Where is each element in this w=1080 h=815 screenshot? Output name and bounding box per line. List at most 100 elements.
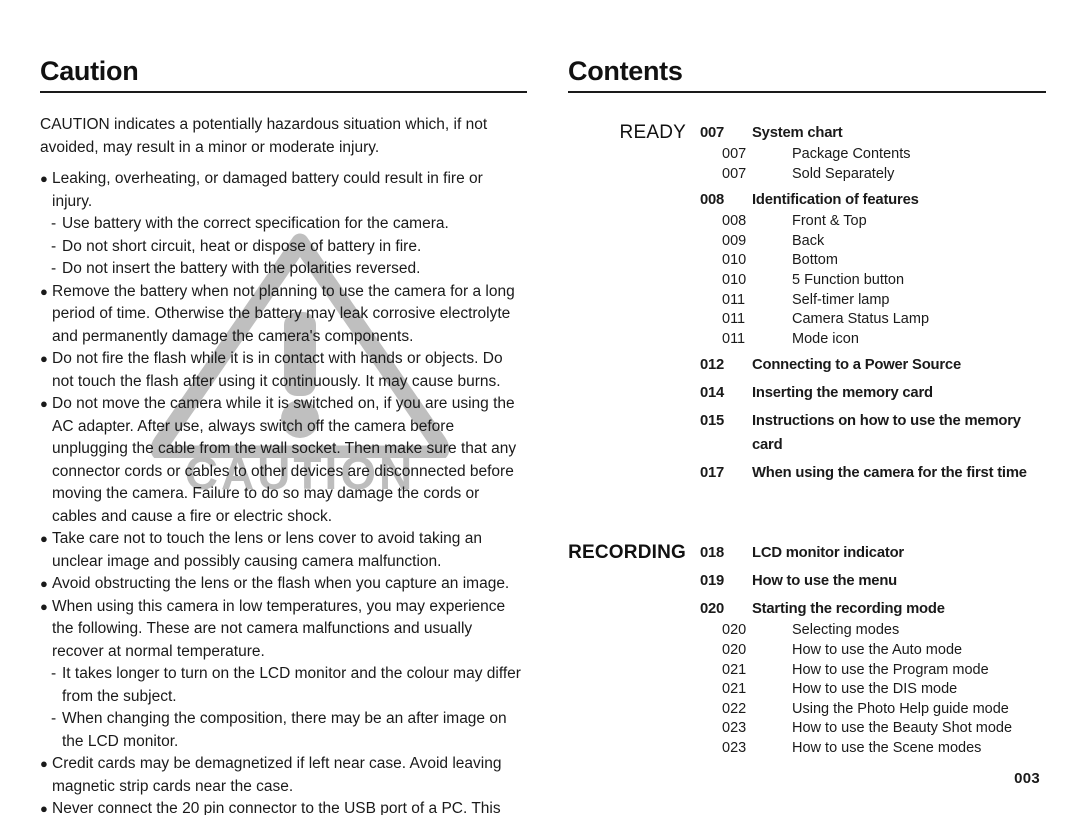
toc-entry[interactable]: 008 Front & Top bbox=[700, 212, 1046, 232]
toc-entry[interactable]: 018 LCD monitor indicator bbox=[700, 541, 1046, 565]
toc-entry-page: 008 bbox=[700, 192, 725, 209]
toc-entry[interactable]: 008 Identification of features bbox=[700, 188, 1046, 212]
bullet-dot-icon: ● bbox=[40, 756, 48, 771]
toc-entry[interactable]: 023 How to use the Beauty Shot mode bbox=[700, 719, 1046, 739]
caution-sub-item: - Do not insert the battery with the pola… bbox=[40, 258, 527, 281]
contents-column: Contents READY 007 System chart 007 Package … bbox=[568, 56, 1046, 759]
toc-entry-title: How to use the DIS mode bbox=[792, 681, 958, 698]
toc-entry[interactable]: 010 Bottom bbox=[700, 251, 1046, 271]
toc-section-label: READY bbox=[619, 122, 686, 143]
toc-entry-page: 010 bbox=[722, 252, 747, 269]
dash-marker-icon: - bbox=[51, 215, 57, 232]
caution-bullet-item: ● Take care not to touch the lens or lens… bbox=[40, 528, 527, 573]
bullet-dot-icon: ● bbox=[40, 598, 48, 614]
toc-entry[interactable]: 012 Connecting to a Power Source bbox=[700, 353, 1046, 377]
toc-entry-page: 007 bbox=[722, 146, 747, 162]
bullet-dot-icon: ● bbox=[40, 576, 48, 591]
toc-entry-page: 011 bbox=[722, 291, 746, 308]
caution-bullet-text: Leaking, overheating, or damaged battery… bbox=[52, 170, 483, 210]
dash-marker-icon: - bbox=[51, 237, 57, 255]
bullet-dot-icon: ● bbox=[40, 396, 48, 411]
toc-entry-page: 007 bbox=[722, 165, 747, 182]
toc-entry[interactable]: 007 Sold Separately bbox=[700, 165, 1046, 185]
toc-entry-title: When using the camera for the first time bbox=[752, 465, 1027, 482]
toc-section-label: RECORDING bbox=[568, 542, 686, 564]
toc-section-ready: READY 007 System chart 007 Package Contents 0… bbox=[568, 121, 1046, 485]
dash-marker-icon: - bbox=[51, 710, 57, 727]
toc-entry-page: 012 bbox=[700, 357, 725, 374]
toc-row-group: 007 System chart 007 Package Contents 007 Sol… bbox=[700, 121, 1046, 485]
toc-row-group: 018 LCD monitor indicator 019 How to use th… bbox=[700, 541, 1046, 758]
toc-entry-title: Package Contents bbox=[792, 146, 911, 162]
toc-entry-page: 019 bbox=[700, 573, 725, 590]
toc-entry-page: 023 bbox=[722, 739, 747, 756]
toc-entry-title: Self-timer lamp bbox=[792, 291, 890, 308]
caution-sub-text: Use battery with the correct specificati… bbox=[62, 215, 449, 232]
toc-entry-page: 020 bbox=[722, 641, 747, 658]
caution-bullet-item: ● Never connect the 20 pin connector to t… bbox=[40, 798, 527, 815]
toc-entry[interactable]: 011 Camera Status Lamp bbox=[700, 310, 1046, 330]
toc-section-recording: RECORDING 018 LCD monitor indicator 019 How … bbox=[568, 541, 1046, 758]
toc-entry-title: Front & Top bbox=[792, 213, 867, 230]
toc-entry-title: Inserting the memory card bbox=[752, 385, 933, 402]
bullet-dot-icon: ● bbox=[40, 801, 48, 815]
dash-marker-icon: - bbox=[51, 665, 57, 682]
caution-sub-text: Do not insert the battery with the polar… bbox=[62, 260, 421, 277]
toc-entry[interactable]: 014 Inserting the memory card bbox=[700, 381, 1046, 405]
toc-entry[interactable]: 020 Starting the recording mode bbox=[700, 597, 1046, 621]
toc-entry[interactable]: 023 How to use the Scene modes bbox=[700, 739, 1046, 759]
toc-entry[interactable]: 022 Using the Photo Help guide mode bbox=[700, 700, 1046, 720]
toc-entry[interactable]: 011 Self-timer lamp bbox=[700, 291, 1046, 311]
toc-entry[interactable]: 015 Instructions on how to use the memory… bbox=[700, 409, 1046, 457]
toc-entry[interactable]: 021 How to use the DIS mode bbox=[700, 680, 1046, 700]
page-title: Caution bbox=[40, 56, 139, 86]
toc-entry[interactable]: 019 How to use the menu bbox=[700, 569, 1046, 593]
toc-entry-page: 010 bbox=[722, 271, 747, 288]
toc-entry-page: 023 bbox=[722, 720, 747, 737]
toc-entry-title: Identification of features bbox=[752, 192, 919, 209]
caution-bullet-item: ● When using this camera in low temperatu… bbox=[40, 596, 527, 664]
caution-bullet-text: Take care not to touch the lens or lens … bbox=[52, 530, 482, 570]
toc-entry-title: Connecting to a Power Source bbox=[752, 357, 961, 374]
toc-entry-title: How to use the Program mode bbox=[792, 661, 989, 678]
toc-entry-page: 008 bbox=[722, 213, 747, 230]
toc-entry-title: How to use the menu bbox=[752, 573, 897, 590]
toc-entry-title: Camera Status Lamp bbox=[792, 311, 930, 328]
toc-entry[interactable]: 017 When using the camera for the first t… bbox=[700, 461, 1046, 485]
toc-entry[interactable]: 007 System chart bbox=[700, 121, 1046, 145]
toc-entry-title: Starting the recording mode bbox=[752, 601, 945, 618]
caution-sub-text: It takes longer to turn on the LCD monit… bbox=[62, 665, 521, 705]
toc-entry-title: Sold Separately bbox=[792, 165, 895, 182]
toc-entry[interactable]: 010 5 Function button bbox=[700, 271, 1046, 291]
caution-bullet-text: Do not move the camera while it is switc… bbox=[52, 395, 517, 525]
toc-entry-title: How to use the Scene modes bbox=[792, 739, 982, 756]
contents-divider bbox=[568, 91, 1046, 93]
caution-bullet-text: Remove the battery when not planning to … bbox=[52, 282, 515, 345]
caution-bullet-text: Never connect the 20 pin connector to th… bbox=[52, 800, 501, 815]
toc-entry-page: 014 bbox=[700, 385, 725, 402]
toc-entry-page: 020 bbox=[700, 601, 725, 618]
toc-entry-title: How to use the Beauty Shot mode bbox=[792, 720, 1013, 737]
toc-entry-page: 020 bbox=[722, 622, 747, 639]
toc-entry-title: How to use the Auto mode bbox=[792, 641, 963, 658]
caution-bullet-item: ● Credit cards may be demagnetized if lef… bbox=[40, 753, 527, 798]
toc-entry[interactable]: 011 Mode icon bbox=[700, 330, 1046, 350]
toc-entry-title: Using the Photo Help guide mode bbox=[792, 700, 1009, 717]
toc-entry-title: Selecting modes bbox=[792, 622, 900, 639]
toc-entry[interactable]: 021 How to use the Program mode bbox=[700, 661, 1046, 681]
caution-sub-text: Do not short circuit, heat or dispose of… bbox=[62, 237, 422, 255]
toc-entry[interactable]: 020 Selecting modes bbox=[700, 621, 1046, 641]
contents-title: Contents bbox=[568, 56, 683, 86]
toc-entry[interactable]: 007 Package Contents bbox=[700, 145, 1046, 165]
toc-entry-page: 007 bbox=[700, 125, 725, 141]
dash-marker-icon: - bbox=[51, 260, 57, 277]
bullet-dot-icon: ● bbox=[40, 531, 48, 546]
toc-entry-page: 011 bbox=[722, 311, 746, 328]
bullet-dot-icon: ● bbox=[40, 171, 48, 186]
toc-entry[interactable]: 020 How to use the Auto mode bbox=[700, 641, 1046, 661]
caution-sub-item: - When changing the composition, there ma… bbox=[40, 708, 527, 753]
toc-entry[interactable]: 009 Back bbox=[700, 232, 1046, 252]
toc-entry-title: Bottom bbox=[792, 252, 838, 269]
toc-entry-page: 021 bbox=[722, 661, 747, 678]
caution-bullet-item: ● Do not fire the flash while it is in co… bbox=[40, 348, 527, 393]
